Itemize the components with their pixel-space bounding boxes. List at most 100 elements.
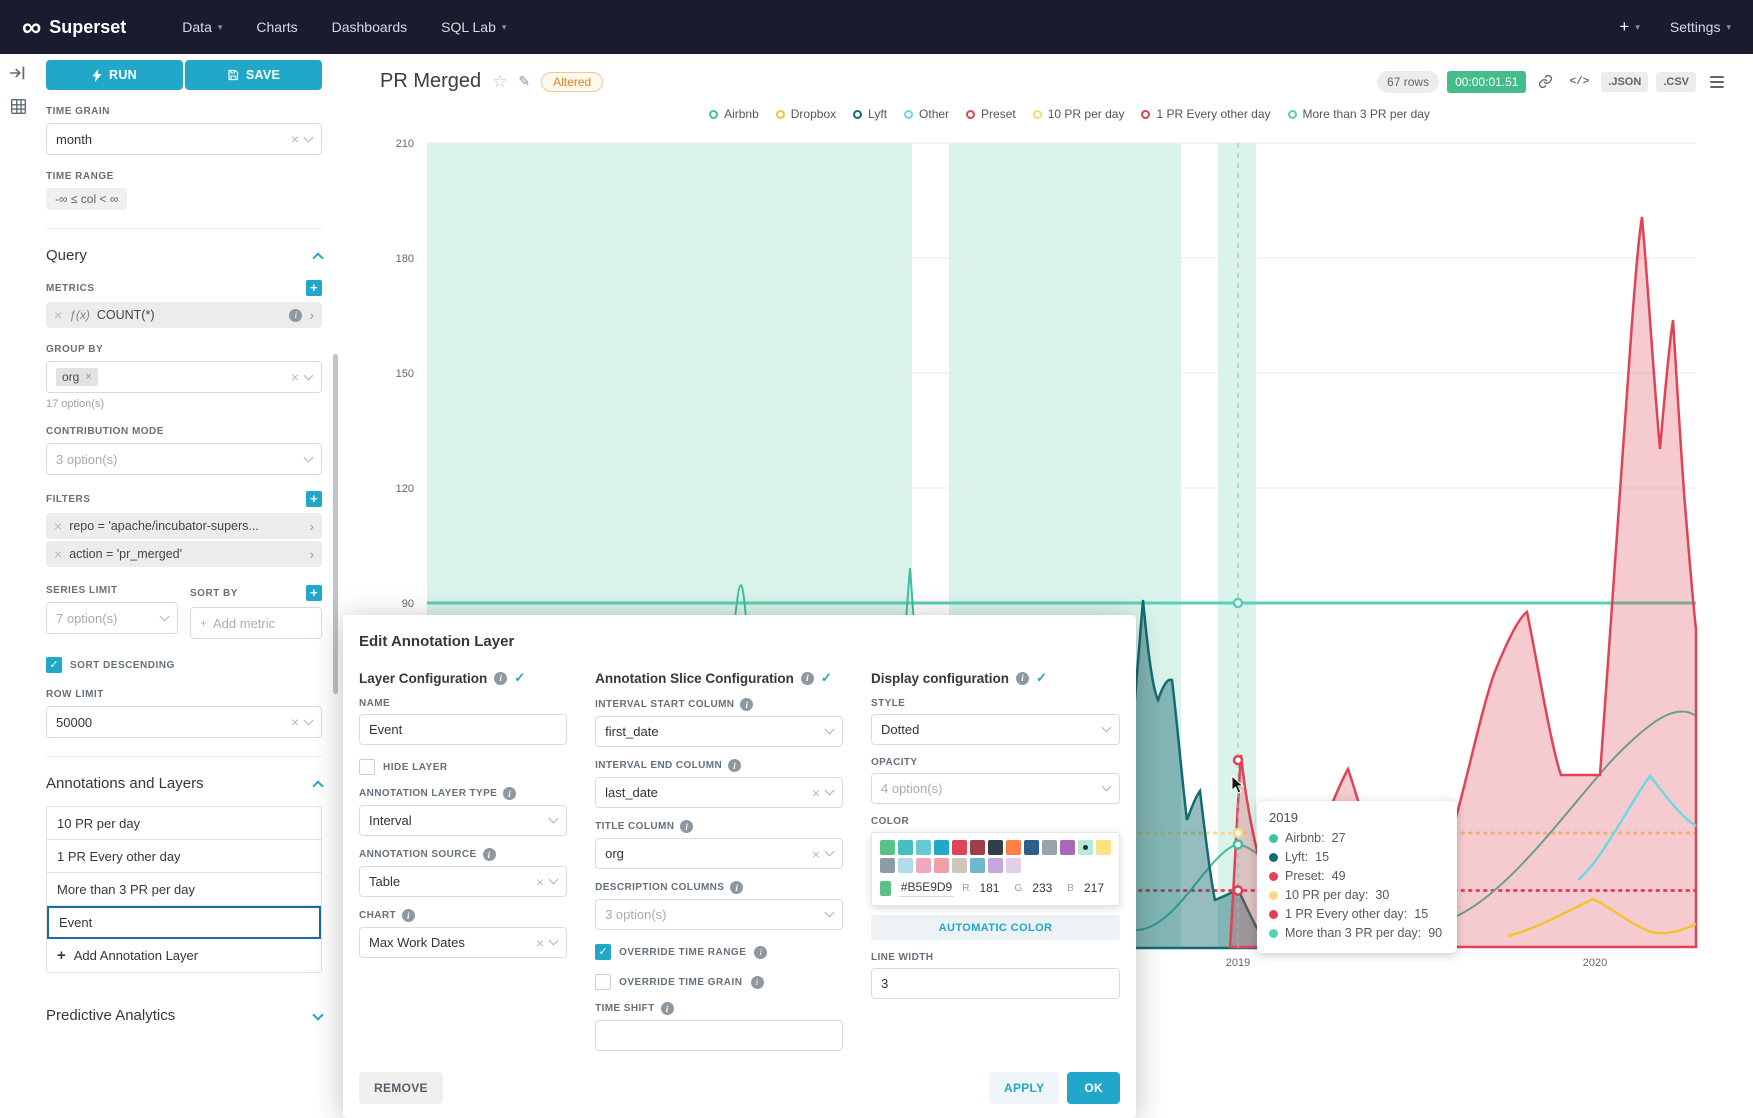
export-csv-button[interactable]: .CSV: [1656, 72, 1696, 92]
description-columns-select[interactable]: 3 option(s): [595, 899, 843, 930]
metric-pill[interactable]: × ƒ(x) COUNT(*) i ›: [46, 302, 322, 328]
color-swatch-selected[interactable]: [1078, 840, 1093, 855]
export-json-button[interactable]: .JSON: [1601, 72, 1648, 92]
annotation-layer-item[interactable]: 10 PR per day: [47, 807, 321, 840]
superset-logo[interactable]: ∞ Superset: [22, 14, 126, 41]
sort-descending-checkbox[interactable]: ✓ SORT DESCENDING: [46, 657, 322, 673]
color-swatch[interactable]: [988, 840, 1003, 855]
filter-pill[interactable]: × repo = 'apache/incubator-supers... ›: [46, 513, 322, 539]
color-swatch[interactable]: [1024, 840, 1039, 855]
color-swatch[interactable]: [1042, 840, 1057, 855]
group-by-select[interactable]: org× ×: [46, 361, 322, 393]
favorite-star-icon[interactable]: ☆: [492, 72, 507, 92]
color-swatch[interactable]: [1096, 840, 1111, 855]
altered-badge[interactable]: Altered: [541, 72, 603, 92]
g-input[interactable]: 233: [1032, 881, 1052, 896]
clear-icon[interactable]: ×: [812, 786, 820, 800]
color-swatch[interactable]: [880, 840, 895, 855]
color-swatch[interactable]: [970, 858, 985, 873]
new-item-button[interactable]: +▾: [1619, 17, 1639, 37]
legend-item[interactable]: More than 3 PR per day: [1288, 107, 1430, 121]
time-range-value[interactable]: -∞ ≤ col < ∞: [46, 188, 127, 210]
ok-button[interactable]: OK: [1067, 1072, 1120, 1104]
annotation-layer-type-select[interactable]: Interval: [359, 805, 567, 836]
legend-item[interactable]: 10 PR per day: [1033, 107, 1125, 121]
title-column-select[interactable]: org×: [595, 838, 843, 869]
color-swatch[interactable]: [898, 858, 913, 873]
add-filter-button[interactable]: +: [306, 491, 322, 507]
override-time-range-checkbox[interactable]: ✓ OVERRIDE TIME RANGE i: [595, 944, 843, 960]
datasource-grid-icon[interactable]: [10, 98, 27, 115]
b-input[interactable]: 217: [1084, 881, 1104, 896]
legend-item[interactable]: Other: [904, 107, 949, 121]
apply-button[interactable]: APPLY: [989, 1072, 1059, 1104]
copy-link-button[interactable]: [1534, 71, 1557, 92]
remove-icon[interactable]: ×: [54, 547, 62, 561]
remove-icon[interactable]: ×: [54, 308, 62, 322]
hide-layer-checkbox[interactable]: HIDE LAYER: [359, 759, 567, 775]
interval-start-column-select[interactable]: first_date: [595, 716, 843, 747]
edit-pencil-icon[interactable]: ✎: [518, 73, 530, 90]
time-grain-select[interactable]: month ×: [46, 123, 322, 155]
color-swatch[interactable]: [1006, 858, 1021, 873]
name-input[interactable]: Event: [359, 714, 567, 745]
nav-dashboards[interactable]: Dashboards: [332, 19, 408, 35]
query-section-header[interactable]: Query: [46, 247, 322, 264]
embed-code-button[interactable]: </>: [1565, 73, 1593, 91]
hex-color-input[interactable]: #B5E9D9: [899, 880, 954, 897]
clear-icon[interactable]: ×: [536, 875, 544, 889]
legend-item[interactable]: Airbnb: [709, 107, 759, 121]
color-swatch[interactable]: [916, 858, 931, 873]
automatic-color-button[interactable]: AUTOMATIC COLOR: [871, 915, 1120, 940]
clear-icon[interactable]: ×: [536, 936, 544, 950]
color-swatch[interactable]: [916, 840, 931, 855]
line-width-input[interactable]: 3: [871, 968, 1120, 999]
add-metric-button[interactable]: +: [306, 280, 322, 296]
row-limit-select[interactable]: 50000 ×: [46, 706, 322, 738]
color-swatch[interactable]: [970, 840, 985, 855]
nav-sql-lab[interactable]: SQL Lab▾: [441, 19, 506, 35]
expand-chevron-icon[interactable]: [312, 1009, 323, 1020]
sort-by-select[interactable]: + Add metric: [190, 607, 322, 639]
annotation-source-select[interactable]: Table×: [359, 866, 567, 897]
color-swatch[interactable]: [952, 840, 967, 855]
settings-menu[interactable]: Settings▾: [1670, 19, 1731, 35]
color-swatch[interactable]: [934, 840, 949, 855]
color-swatch[interactable]: [880, 858, 895, 873]
collapse-panel-icon[interactable]: [9, 64, 27, 82]
collapse-chevron-icon[interactable]: [312, 252, 323, 263]
color-swatch[interactable]: [898, 840, 913, 855]
nav-data[interactable]: Data▾: [182, 19, 222, 35]
style-select[interactable]: Dotted: [871, 714, 1120, 745]
legend-item[interactable]: Preset: [966, 107, 1016, 121]
interval-end-column-select[interactable]: last_date×: [595, 777, 843, 808]
time-shift-input[interactable]: [595, 1020, 843, 1051]
predictive-section-header[interactable]: Predictive Analytics: [46, 1007, 322, 1024]
nav-charts[interactable]: Charts: [256, 19, 297, 35]
filter-pill[interactable]: × action = 'pr_merged' ›: [46, 541, 322, 567]
annotation-layer-item[interactable]: More than 3 PR per day: [47, 873, 321, 906]
override-time-grain-checkbox[interactable]: OVERRIDE TIME GRAIN i: [595, 974, 843, 990]
color-swatch[interactable]: [1006, 840, 1021, 855]
collapse-chevron-icon[interactable]: [312, 780, 323, 791]
clear-icon[interactable]: ×: [291, 715, 299, 729]
color-swatch[interactable]: [988, 858, 1003, 873]
legend-item[interactable]: Dropbox: [776, 107, 836, 121]
color-swatch[interactable]: [934, 858, 949, 873]
legend-item[interactable]: Lyft: [853, 107, 887, 121]
save-button[interactable]: SAVE: [185, 60, 322, 90]
run-button[interactable]: RUN: [46, 60, 183, 90]
opacity-select[interactable]: 4 option(s): [871, 773, 1120, 804]
remove-button[interactable]: REMOVE: [359, 1072, 443, 1104]
annotations-section-header[interactable]: Annotations and Layers: [46, 775, 322, 792]
annotation-layer-item[interactable]: 1 PR Every other day: [47, 840, 321, 873]
r-input[interactable]: 181: [979, 881, 999, 896]
legend-item[interactable]: 1 PR Every other day: [1141, 107, 1270, 121]
remove-tag-icon[interactable]: ×: [85, 371, 91, 383]
add-annotation-layer-button[interactable]: + Add Annotation Layer: [47, 939, 321, 972]
chart-select[interactable]: Max Work Dates×: [359, 927, 567, 958]
annotation-layer-item-selected[interactable]: Event: [47, 906, 321, 939]
add-sort-metric-button[interactable]: +: [306, 585, 322, 601]
clear-icon[interactable]: ×: [291, 370, 299, 384]
series-limit-select[interactable]: 7 option(s): [46, 602, 178, 634]
